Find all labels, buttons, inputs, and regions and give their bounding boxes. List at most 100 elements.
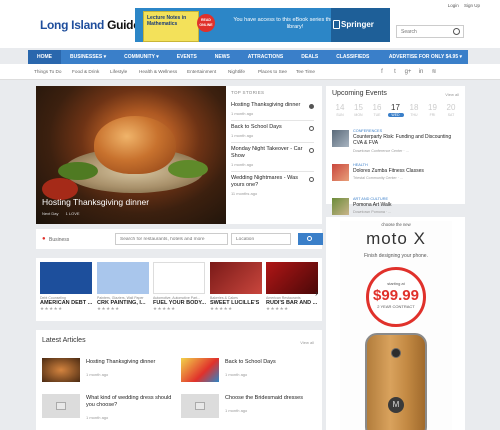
subnav-things-to-do[interactable]: Things To Do: [34, 69, 62, 74]
business-rating: ★★★★★: [97, 306, 120, 311]
event-item[interactable]: CONFERENCES Counterparty Risk: Funding a…: [332, 129, 459, 159]
motorola-logo-icon: M: [388, 397, 404, 413]
date-cell[interactable]: 15 MON: [351, 103, 367, 125]
twitter-icon[interactable]: t: [391, 68, 399, 76]
date-cell[interactable]: 14 SUN: [332, 103, 348, 125]
latest-articles: Latest Articles View all Hosting Thanksg…: [36, 330, 322, 430]
events-view-all-link[interactable]: View all: [445, 92, 459, 97]
facebook-icon[interactable]: f: [378, 68, 386, 76]
featured-loves: 1 LOVE: [65, 211, 80, 216]
ebook-title: Lecture Notes in Mathematics: [147, 15, 187, 27]
date-weekday: FRI: [429, 113, 436, 117]
subnav-places-to-see[interactable]: Places to See: [258, 69, 287, 74]
story-item[interactable]: Back to School Days 1 month ago: [231, 121, 314, 143]
date-day: 18: [409, 103, 419, 112]
slide-indicator-icon[interactable]: [309, 177, 314, 182]
subnav-entertainment[interactable]: Entertainment: [187, 69, 216, 74]
search-input[interactable]: [397, 26, 451, 37]
moto-x-ad[interactable]: choose the new moto X Finish designing y…: [326, 217, 465, 430]
top-stories-list: TOP STORIES Hosting Thanksgiving dinner …: [226, 86, 322, 224]
subnav-tee-time[interactable]: Tee Time: [296, 69, 315, 74]
featured-date: Next Day: [42, 211, 59, 216]
subnav-nightlife[interactable]: Nightlife: [228, 69, 245, 74]
article-title: Choose the Bridesmaid dresses: [225, 395, 303, 401]
price-badge: starting at $99.99 2 YEAR CONTRACT: [366, 267, 426, 327]
business-rating: ★★★★★: [266, 306, 289, 311]
business-card[interactable]: Bakeries & Cakes SWEET LUCILLE'S ★★★★★: [210, 262, 262, 312]
date-cell[interactable]: 18 THU: [406, 103, 422, 125]
login-link[interactable]: Login: [448, 3, 459, 8]
nav-businesses[interactable]: BUSINESSES ▾: [61, 50, 115, 64]
business-image: [97, 262, 149, 294]
article-thumbnail: [42, 358, 80, 382]
article-item[interactable]: Choose the Bridesmaid dresses 1 month ag…: [181, 394, 311, 419]
search-icon: [307, 236, 312, 241]
springer-brand: Springer: [331, 8, 390, 42]
article-item[interactable]: Back to School Days 1 month ago: [181, 358, 311, 383]
business-card[interactable]: Debt Counseling AMERICAN DEBT ... ★★★★★: [40, 262, 92, 312]
ad-tagline: choose the new: [381, 222, 411, 227]
article-title: What kind of wedding dress should you ch…: [86, 395, 172, 408]
business-card[interactable]: American Restaurants RUDI'S BAR AND ... …: [266, 262, 318, 312]
date-cell[interactable]: 16 TUE: [369, 103, 385, 125]
latest-view-all-link[interactable]: View all: [300, 340, 314, 345]
rss-icon[interactable]: ≋: [430, 68, 438, 76]
article-item[interactable]: What kind of wedding dress should you ch…: [42, 394, 172, 420]
date-cell[interactable]: 20 SAT: [443, 103, 459, 125]
story-item[interactable]: Wedding Nightmares - Was yours one? 11 m…: [231, 172, 314, 200]
signup-link[interactable]: Sign Up: [464, 3, 480, 8]
business-search-input[interactable]: [115, 233, 228, 245]
date-cell[interactable]: 19 FRI: [425, 103, 441, 125]
business-card[interactable]: Painters, Glaziers, Wall Paper CRK PAINT…: [97, 262, 149, 312]
nav-events[interactable]: EVENTS: [168, 50, 206, 64]
springer-banner-ad[interactable]: Lecture Notes in Mathematics READ ONLINE…: [135, 8, 390, 42]
story-date: 1 month ago: [231, 111, 254, 116]
search-icon[interactable]: [453, 28, 460, 35]
story-title: Back to School Days: [231, 124, 282, 130]
date-day: 17: [391, 103, 400, 112]
nav-advertise[interactable]: ADVERTISE FOR ONLY $4.95 ▾: [380, 50, 468, 64]
event-item[interactable]: HEALTH Dolores Zumba Fitness Classes Tri…: [332, 163, 459, 193]
nav-community[interactable]: COMMUNITY ▾: [115, 50, 168, 64]
linkedin-icon[interactable]: in: [417, 68, 425, 76]
story-title: Hosting Thanksgiving dinner: [231, 102, 301, 108]
subnav-health-wellness[interactable]: Health & Wellness: [139, 69, 177, 74]
garnish-shape: [168, 160, 208, 178]
nav-attractions[interactable]: ATTRACTIONS: [239, 50, 292, 64]
featured-image[interactable]: Hosting Thanksgiving dinner Next Day 1 L…: [36, 86, 226, 224]
story-title: Wedding Nightmares - Was yours one?: [231, 175, 298, 188]
event-category: HEALTH: [353, 163, 368, 167]
event-location: Triestal Community Center · ...: [353, 176, 404, 180]
chevron-right-icon[interactable]: ›: [315, 288, 318, 298]
story-date: 11 months ago: [231, 191, 258, 196]
date-cell-selected[interactable]: 17 WED: [387, 103, 404, 125]
nav-news[interactable]: NEWS: [206, 50, 239, 64]
date-day: 14: [335, 103, 345, 112]
business-image: [153, 262, 205, 294]
slide-indicator-active-icon[interactable]: [309, 104, 314, 109]
business-card[interactable]: Automotive, Automotive Part... FUEL YOUR…: [153, 262, 206, 312]
springer-horse-icon: [333, 20, 340, 29]
featured-caption[interactable]: Hosting Thanksgiving dinner: [42, 197, 149, 207]
nav-classifieds[interactable]: CLASSIFIEDS: [327, 50, 378, 64]
image-placeholder-icon: [195, 402, 205, 410]
article-item[interactable]: Hosting Thanksgiving dinner 1 month ago: [42, 358, 172, 383]
business-image: [210, 262, 262, 294]
slide-indicator-icon[interactable]: [309, 148, 314, 153]
slide-indicator-icon[interactable]: [309, 126, 314, 131]
story-item[interactable]: Monday Night Takeover - Car Show 1 month…: [231, 143, 314, 172]
google-plus-icon[interactable]: g+: [404, 68, 412, 76]
business-rating: ★★★★★: [153, 306, 176, 311]
location-input[interactable]: [231, 233, 291, 245]
image-placeholder-icon: [56, 402, 66, 410]
event-name: Dolores Zumba Fitness Classes: [353, 168, 424, 174]
nav-home[interactable]: HOME: [28, 50, 61, 64]
business-search-button[interactable]: [298, 233, 323, 245]
story-item[interactable]: Hosting Thanksgiving dinner 1 month ago: [231, 99, 314, 121]
date-day: 20: [446, 103, 456, 112]
subnav-food-drink[interactable]: Food & Drink: [72, 69, 99, 74]
site-logo[interactable]: Long Island Guide: [40, 18, 140, 32]
date-day: 15: [354, 103, 363, 112]
subnav-lifestyle[interactable]: Lifestyle: [110, 69, 127, 74]
nav-deals[interactable]: DEALS: [292, 50, 327, 64]
